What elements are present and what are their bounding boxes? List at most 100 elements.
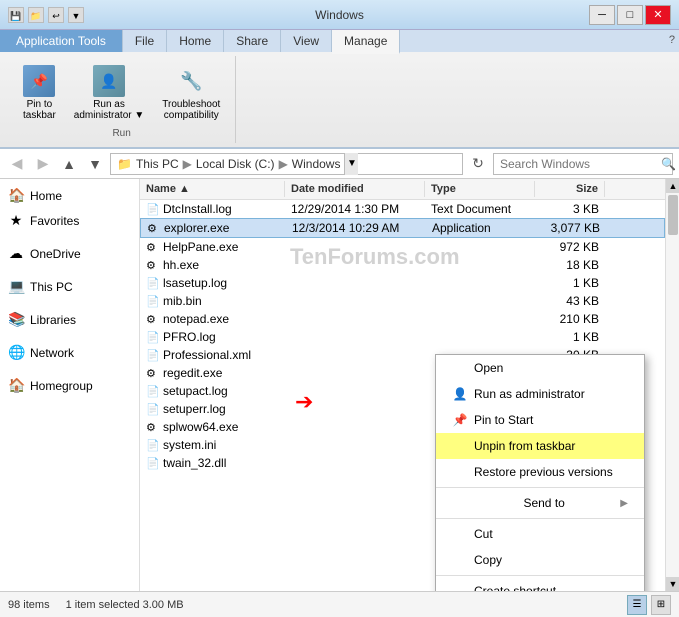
context-menu-item-open[interactable]: Open	[436, 355, 644, 381]
file-type-cell	[425, 318, 535, 320]
context-menu-item-create-shortcut[interactable]: Create shortcut	[436, 578, 644, 591]
table-row[interactable]: 📄 lsasetup.log 1 KB	[140, 274, 665, 292]
path-dropdown-button[interactable]: ▼	[344, 153, 358, 175]
sidebar-item-network[interactable]: 🌐 Network	[0, 340, 139, 365]
status-bar: 98 items 1 item selected 3.00 MB ☰ ⊞	[0, 591, 679, 617]
tab-manage[interactable]: Manage	[332, 30, 400, 54]
table-row[interactable]: ⚙ hh.exe 18 KB	[140, 256, 665, 274]
search-box[interactable]: 🔍	[493, 153, 673, 175]
context-menu-item-send-to[interactable]: Send to▶	[436, 490, 644, 516]
table-row[interactable]: 📄 PFRO.log 1 KB	[140, 328, 665, 346]
search-icon[interactable]: 🔍	[661, 153, 676, 175]
sidebar-item-home[interactable]: 🏠 Home	[0, 183, 139, 208]
tab-home[interactable]: Home	[167, 30, 224, 52]
sidebar-item-this-pc[interactable]: 💻 This PC	[0, 274, 139, 299]
table-row[interactable]: 📄 mib.bin 43 KB	[140, 292, 665, 310]
tab-file[interactable]: File	[123, 30, 167, 52]
large-icons-view-button[interactable]: ⊞	[651, 595, 671, 615]
tab-view[interactable]: View	[281, 30, 332, 52]
file-icon: ⚙	[146, 241, 160, 254]
table-row[interactable]: ⚙ HelpPane.exe 972 KB	[140, 238, 665, 256]
tab-app-tools[interactable]: Application Tools	[0, 30, 123, 52]
refresh-button[interactable]: ↻	[467, 153, 489, 175]
file-icon: 📄	[146, 439, 160, 452]
window-controls: ─ □ ✕	[589, 5, 671, 25]
context-menu-item-pin-start[interactable]: 📌Pin to Start	[436, 407, 644, 433]
path-windows[interactable]: Windows	[292, 157, 341, 171]
context-menu-item-cut[interactable]: Cut	[436, 521, 644, 547]
sidebar-item-favorites[interactable]: ★ Favorites	[0, 208, 139, 233]
context-menu-separator	[436, 518, 644, 519]
file-date-cell	[285, 264, 425, 266]
sidebar-item-onedrive[interactable]: ☁ OneDrive	[0, 241, 139, 266]
file-name-cell: 📄 setuperr.log	[140, 401, 285, 417]
path-this-pc[interactable]: This PC	[136, 157, 179, 171]
up-button[interactable]: ▲	[58, 153, 80, 175]
libraries-icon: 📚	[8, 311, 24, 328]
table-row[interactable]: ⚙ explorer.exe 12/3/2014 10:29 AM Applic…	[140, 218, 665, 238]
qa-dropdown-icon[interactable]: ▼	[68, 7, 84, 23]
qa-save-icon[interactable]: 💾	[8, 7, 24, 23]
col-header-date[interactable]: Date modified	[285, 181, 425, 197]
context-menu-item-run-as[interactable]: 👤Run as administrator	[436, 381, 644, 407]
context-menu-item-unpin-taskbar[interactable]: Unpin from taskbar	[436, 433, 644, 459]
ctx-icon-pin-start: 📌	[452, 412, 468, 428]
col-header-size[interactable]: Size	[535, 181, 605, 197]
table-row[interactable]: ⚙ notepad.exe 210 KB	[140, 310, 665, 328]
scroll-up-arrow[interactable]: ▲	[666, 179, 679, 193]
maximize-button[interactable]: □	[617, 5, 643, 25]
pin-to-taskbar-button[interactable]: 📌 Pin totaskbar	[16, 60, 63, 126]
file-icon: ⚙	[147, 222, 161, 235]
ctx-label-open: Open	[474, 361, 503, 375]
scroll-thumb[interactable]	[668, 195, 678, 235]
homegroup-icon: 🏠	[8, 377, 24, 394]
sidebar-item-homegroup[interactable]: 🏠 Homegroup	[0, 373, 139, 398]
table-row[interactable]: 📄 DtcInstall.log 12/29/2014 1:30 PM Text…	[140, 200, 665, 218]
ribbon-group-run-label: Run	[112, 126, 130, 139]
qa-undo-icon[interactable]: ↩	[48, 7, 64, 23]
search-input[interactable]	[494, 157, 661, 171]
quick-access-toolbar: 💾 📁 ↩ ▼	[8, 7, 84, 23]
scrollbar[interactable]: ▲ ▼	[665, 179, 679, 591]
col-header-name[interactable]: Name ▲	[140, 181, 285, 197]
sidebar-item-libraries[interactable]: 📚 Libraries	[0, 307, 139, 332]
qa-folder-icon[interactable]: 📁	[28, 7, 44, 23]
file-name-cell: ⚙ notepad.exe	[140, 311, 285, 327]
file-date-cell	[285, 426, 425, 428]
forward-button[interactable]: ▶	[32, 153, 54, 175]
context-menu-item-restore[interactable]: Restore previous versions	[436, 459, 644, 485]
address-path[interactable]: 📁 This PC ▶ Local Disk (C:) ▶ Windows ▼	[110, 153, 463, 175]
context-menu-item-copy[interactable]: Copy	[436, 547, 644, 573]
window-title: Windows	[315, 8, 364, 22]
favorites-icon: ★	[8, 212, 24, 229]
file-date-cell	[285, 408, 425, 410]
run-as-administrator-button[interactable]: 👤 Run asadministrator ▼	[67, 60, 151, 126]
file-date-cell	[285, 354, 425, 356]
tab-share[interactable]: Share	[224, 30, 281, 52]
file-icon: 📄	[146, 385, 160, 398]
scroll-down-arrow[interactable]: ▼	[666, 577, 679, 591]
troubleshoot-compatibility-button[interactable]: 🔧 Troubleshootcompatibility	[155, 60, 227, 126]
file-size-cell: 18 KB	[535, 257, 605, 273]
file-name-cell: ⚙ splwow64.exe	[140, 419, 285, 435]
close-button[interactable]: ✕	[645, 5, 671, 25]
details-view-button[interactable]: ☰	[627, 595, 647, 615]
path-local-disk[interactable]: Local Disk (C:)	[196, 157, 275, 171]
sidebar: 🏠 Home ★ Favorites ☁ OneDrive 💻 This PC …	[0, 179, 140, 591]
file-size-cell: 3 KB	[535, 201, 605, 217]
minimize-button[interactable]: ─	[589, 5, 615, 25]
file-size-cell: 1 KB	[535, 329, 605, 345]
file-size-cell: 43 KB	[535, 293, 605, 309]
ribbon-help-icon[interactable]: ?	[669, 34, 675, 46]
run-as-label: Run asadministrator ▼	[74, 99, 144, 121]
col-header-type[interactable]: Type	[425, 181, 535, 197]
file-icon: 📄	[146, 457, 160, 470]
selected-info: 1 item selected 3.00 MB	[66, 599, 184, 611]
back-button[interactable]: ◀	[6, 153, 28, 175]
recent-locations-button[interactable]: ▼	[84, 153, 106, 175]
view-buttons: ☰ ⊞	[627, 595, 671, 615]
scroll-track[interactable]	[666, 193, 679, 577]
file-icon: ⚙	[146, 259, 160, 272]
file-date-cell	[285, 390, 425, 392]
file-date-cell: 12/3/2014 10:29 AM	[286, 220, 426, 236]
